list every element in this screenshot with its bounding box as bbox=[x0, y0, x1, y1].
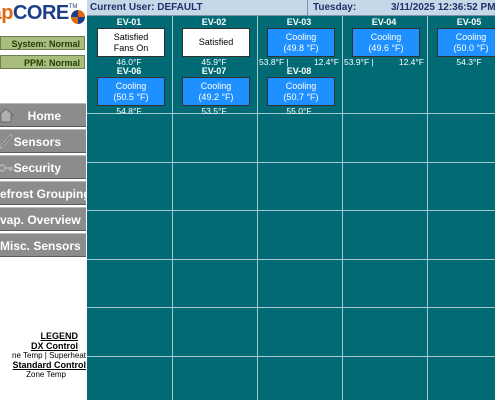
evaporator-status-detail: (50.5 °F) bbox=[113, 91, 149, 102]
legend-standard-title: Standard Control bbox=[12, 360, 87, 370]
logo-text-part2: CORE bbox=[12, 2, 69, 24]
day-label: Tuesday: bbox=[313, 2, 357, 13]
evaporator-temps: 54.3°F bbox=[427, 58, 495, 67]
grid-divider bbox=[87, 259, 495, 260]
legend-title: LEGEND bbox=[40, 331, 78, 341]
nav-home-button[interactable]: Home bbox=[0, 103, 86, 127]
zone-temp: 53.5°F bbox=[201, 106, 227, 116]
evaporator-status-detail: (50.0 °F) bbox=[453, 42, 489, 53]
evaporator-name: EV-07 bbox=[201, 66, 227, 76]
current-user: Current User: DEFAULT bbox=[90, 2, 203, 13]
zone-temp: 53.9°F | bbox=[344, 57, 374, 67]
evaporator-name: EV-08 bbox=[286, 66, 312, 76]
nav-misc-sensors-label: Misc. Sensors bbox=[0, 239, 81, 253]
evaporator-status-button[interactable]: Cooling (49.6 °F) bbox=[352, 28, 420, 57]
nav-security-label: Security bbox=[13, 161, 61, 175]
evaporator-status-button[interactable]: Cooling (50.7 °F) bbox=[267, 77, 335, 106]
evaporator-name: EV-04 bbox=[371, 17, 397, 27]
system-status-badge: System: Normal bbox=[0, 36, 85, 50]
evaporator-cell: EV-08 Cooling (50.7 °F) 55.0°F bbox=[257, 66, 341, 124]
zone-temp: 54.3°F bbox=[456, 57, 482, 67]
legend-dx-title: DX Control bbox=[31, 341, 78, 351]
evaporator-status-text: Cooling bbox=[200, 80, 232, 91]
evaporator-status-button[interactable]: Satisfied Fans On bbox=[97, 28, 165, 57]
evaporator-temps: 55.0°F bbox=[257, 107, 341, 116]
superheat-temp: 12.4°F bbox=[398, 57, 424, 67]
evaporator-status-text: Satisfied bbox=[113, 31, 149, 42]
evaporator-name: EV-05 bbox=[456, 17, 482, 27]
datetime: 3/11/2025 12:36:52 PM bbox=[391, 2, 495, 13]
nav-defrost-grouping-button[interactable]: efrost Grouping bbox=[0, 181, 87, 205]
evaporator-status-text: Satisfied bbox=[198, 37, 234, 47]
evaporator-status-text: Cooling bbox=[370, 31, 402, 42]
nav-misc-sensors-button[interactable]: Misc. Sensors bbox=[0, 233, 86, 257]
home-icon bbox=[0, 108, 14, 123]
evaporator-status-detail: Fans On bbox=[113, 42, 149, 53]
legend-standard-desc: Zone Temp bbox=[26, 370, 66, 379]
evaporator-status-detail: (49.8 °F) bbox=[283, 42, 319, 53]
grid-divider bbox=[87, 210, 495, 211]
evaporator-status-text: Cooling bbox=[455, 31, 487, 42]
nav-evap-overview-label: vap. Overview bbox=[0, 213, 81, 227]
evaporator-status-button[interactable]: Cooling (49.2 °F) bbox=[182, 77, 250, 106]
logo-swirl-icon bbox=[71, 10, 85, 24]
logo-text-part1: vap bbox=[0, 2, 13, 24]
key-icon bbox=[0, 164, 13, 172]
evaporator-name: EV-06 bbox=[116, 66, 142, 76]
zone-temp: 54.8°F bbox=[116, 106, 142, 116]
evaporator-status-text: Cooling bbox=[115, 80, 147, 91]
ppm-status-badge: PPM: Normal bbox=[0, 55, 85, 69]
nav-security-button[interactable]: Security bbox=[0, 155, 86, 179]
evaporator-name: EV-01 bbox=[116, 17, 142, 27]
legend-dx-desc: ne Temp | Superheat bbox=[12, 351, 86, 360]
nav-defrost-grouping-label: efrost Grouping bbox=[0, 187, 87, 201]
evaporator-status-button[interactable]: Cooling (50.5 °F) bbox=[97, 77, 165, 106]
evaporator-cell: EV-05 Cooling (50.0 °F) 54.3°F bbox=[427, 17, 495, 75]
nav-home-label: Home bbox=[27, 109, 61, 123]
legend: LEGEND DX Control ne Temp | Superheat St… bbox=[0, 331, 86, 379]
evaporator-status-detail: (50.7 °F) bbox=[283, 91, 319, 102]
evaporator-status-button[interactable]: Cooling (49.8 °F) bbox=[267, 28, 335, 57]
evaporator-status-text: Cooling bbox=[285, 80, 317, 91]
evaporator-grid: Current User: DEFAULT Tuesday: 3/11/2025… bbox=[87, 0, 495, 400]
evaporator-status-button[interactable]: Cooling (50.0 °F) bbox=[437, 28, 495, 57]
evaporator-status-detail: (49.2 °F) bbox=[198, 91, 234, 102]
header-bar: Current User: DEFAULT Tuesday: 3/11/2025… bbox=[87, 0, 495, 16]
evaporator-cell: EV-04 Cooling (49.6 °F) 53.9°F | 12.4°F bbox=[342, 17, 426, 75]
evaporator-name: EV-03 bbox=[286, 17, 312, 27]
evaporator-temps: 53.9°F | 12.4°F bbox=[342, 58, 426, 67]
nav-sensors-label: Sensors bbox=[13, 135, 61, 149]
evaporator-status-button[interactable]: Satisfied bbox=[182, 28, 250, 57]
evaporator-cell: EV-07 Cooling (49.2 °F) 53.5°F bbox=[172, 66, 256, 124]
evaporator-cell: EV-06 Cooling (50.5 °F) 54.8°F bbox=[87, 66, 171, 124]
nav-evap-overview-button[interactable]: vap. Overview bbox=[0, 207, 86, 231]
evaporator-status-text: Cooling bbox=[285, 31, 317, 42]
evaporator-temps: 53.5°F bbox=[172, 107, 256, 116]
thermometer-icon bbox=[0, 134, 13, 149]
evaporator-status-detail: (49.6 °F) bbox=[368, 42, 404, 53]
sidebar: vapCORETM System: Normal PPM: Normal Hom… bbox=[0, 0, 87, 400]
zone-temp: 55.0°F bbox=[286, 106, 312, 116]
grid-divider bbox=[87, 307, 495, 308]
grid-divider bbox=[87, 162, 495, 163]
evaporator-name: EV-02 bbox=[201, 17, 227, 27]
evaporator-temps: 54.8°F bbox=[87, 107, 171, 116]
grid-divider bbox=[87, 356, 495, 357]
nav-sensors-button[interactable]: Sensors bbox=[0, 129, 86, 153]
